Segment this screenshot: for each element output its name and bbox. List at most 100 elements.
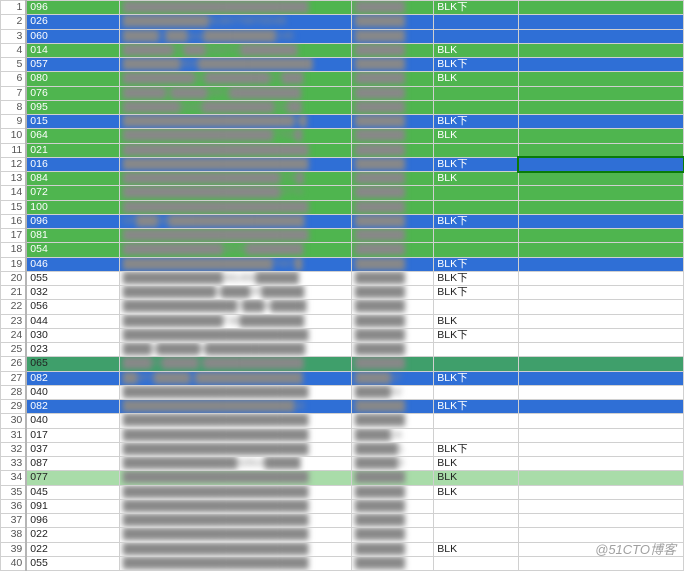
- cell-colB[interactable]: ██████████████████████████: [119, 414, 351, 428]
- cell-colD[interactable]: BLK下: [434, 400, 519, 414]
- cell-colB[interactable]: ██████████████████████████: [119, 514, 351, 528]
- cell-colE[interactable]: [518, 414, 683, 428]
- row-number[interactable]: 29: [1, 400, 27, 414]
- cell-colA[interactable]: 044: [26, 314, 119, 328]
- cell-colA[interactable]: 040: [26, 414, 119, 428]
- row-number[interactable]: 1: [1, 1, 27, 15]
- table-row[interactable]: 12016█████████████████████████████████BL…: [1, 157, 684, 171]
- cell-colB[interactable]: ███████07███21917C████████: [119, 43, 351, 57]
- cell-colA[interactable]: 077: [26, 471, 119, 485]
- cell-colD[interactable]: BLK: [434, 471, 519, 485]
- cell-colA[interactable]: 037: [26, 442, 119, 456]
- row-number[interactable]: 24: [1, 328, 27, 342]
- cell-colB[interactable]: █████C███ona██████████D4E: [119, 29, 351, 43]
- cell-colB[interactable]: █████████████████████7768█: [119, 129, 351, 143]
- cell-colD[interactable]: [434, 243, 519, 257]
- cell-colE[interactable]: [518, 172, 683, 186]
- cell-colB[interactable]: ██████9█████60F2██████████: [119, 86, 351, 100]
- row-number[interactable]: 7: [1, 86, 27, 100]
- cell-colA[interactable]: 096: [26, 514, 119, 528]
- cell-colB[interactable]: ██████████████4E38████████: [119, 243, 351, 257]
- row-number[interactable]: 10: [1, 129, 27, 143]
- row-number[interactable]: 22: [1, 300, 27, 314]
- table-row[interactable]: 27082██8F0█████2████████████████████47BL…: [1, 371, 684, 385]
- cell-colC[interactable]: ███████: [351, 314, 434, 328]
- cell-colE[interactable]: [518, 271, 683, 285]
- table-row[interactable]: 18054██████████████4E38███████████████: [1, 243, 684, 257]
- cell-colE[interactable]: [518, 314, 683, 328]
- table-row[interactable]: 19046█████████████████████7687████████BL…: [1, 257, 684, 271]
- cell-colC[interactable]: ███████: [351, 328, 434, 342]
- table-row[interactable]: 35045█████████████████████████████████BL…: [1, 485, 684, 499]
- table-row[interactable]: 1096█████████████████████████████████BLK…: [1, 1, 684, 15]
- table-row[interactable]: 38022█████████████████████████████████: [1, 528, 684, 542]
- cell-colA[interactable]: 055: [26, 271, 119, 285]
- cell-colD[interactable]: [434, 343, 519, 357]
- cell-colA[interactable]: 072: [26, 186, 119, 200]
- cell-colB[interactable]: ██████████████████████████: [119, 428, 351, 442]
- table-row[interactable]: 15100█████████████████████████████████: [1, 200, 684, 214]
- cell-colB[interactable]: █████████████6████0F██████: [119, 286, 351, 300]
- cell-colE[interactable]: [518, 371, 683, 385]
- row-number[interactable]: 39: [1, 542, 27, 556]
- cell-colB[interactable]: ████████8D4████████████████: [119, 58, 351, 72]
- cell-colB[interactable]: █████████████████████7687█: [119, 257, 351, 271]
- cell-colE[interactable]: [518, 328, 683, 342]
- cell-colE[interactable]: [518, 471, 683, 485]
- cell-colE[interactable]: [518, 343, 683, 357]
- row-number[interactable]: 21: [1, 286, 27, 300]
- cell-colA[interactable]: 081: [26, 229, 119, 243]
- cell-colE[interactable]: [518, 1, 683, 15]
- row-number[interactable]: 36: [1, 499, 27, 513]
- row-number[interactable]: 25: [1, 343, 27, 357]
- cell-colB[interactable]: ██████████████████████A776: [119, 186, 351, 200]
- cell-colA[interactable]: 046: [26, 257, 119, 271]
- cell-colC[interactable]: ███████: [351, 400, 434, 414]
- spreadsheet-grid[interactable]: 1096█████████████████████████████████BLK…: [0, 0, 684, 571]
- row-number[interactable]: 14: [1, 186, 27, 200]
- cell-colA[interactable]: 060: [26, 29, 119, 43]
- cell-colD[interactable]: [434, 514, 519, 528]
- cell-colE[interactable]: [518, 115, 683, 129]
- row-number[interactable]: 4: [1, 43, 27, 57]
- row-number[interactable]: 5: [1, 58, 27, 72]
- cell-colC[interactable]: ███████: [351, 1, 434, 15]
- row-number[interactable]: 15: [1, 200, 27, 214]
- cell-colD[interactable]: BLK: [434, 457, 519, 471]
- cell-colD[interactable]: BLK: [434, 43, 519, 57]
- cell-colA[interactable]: 080: [26, 72, 119, 86]
- cell-colD[interactable]: BLK下: [434, 157, 519, 171]
- cell-colC[interactable]: ███████: [351, 214, 434, 228]
- cell-colB[interactable]: ██████████████████████████: [119, 200, 351, 214]
- cell-colD[interactable]: [434, 29, 519, 43]
- cell-colD[interactable]: BLK下: [434, 271, 519, 285]
- cell-colD[interactable]: BLK: [434, 72, 519, 86]
- cell-colA[interactable]: 017: [26, 428, 119, 442]
- cell-colD[interactable]: [434, 300, 519, 314]
- cell-colA[interactable]: 056: [26, 300, 119, 314]
- cell-colA[interactable]: 076: [26, 86, 119, 100]
- cell-colB[interactable]: ██8F0█████2███████████████: [119, 371, 351, 385]
- cell-colC[interactable]: █████24: [351, 428, 434, 442]
- cell-colE[interactable]: [518, 15, 683, 29]
- cell-colC[interactable]: ███████: [351, 100, 434, 114]
- row-number[interactable]: 19: [1, 257, 27, 271]
- cell-colA[interactable]: 015: [26, 115, 119, 129]
- cell-colE[interactable]: [518, 243, 683, 257]
- cell-colE[interactable]: [518, 129, 683, 143]
- row-number[interactable]: 12: [1, 157, 27, 171]
- row-number[interactable]: 30: [1, 414, 27, 428]
- table-row[interactable]: 4014███████07███21917C███████████████BLK: [1, 43, 684, 57]
- cell-colE[interactable]: [518, 300, 683, 314]
- cell-colC[interactable]: ███████: [351, 286, 434, 300]
- cell-colD[interactable]: [434, 15, 519, 29]
- cell-colE[interactable]: [518, 485, 683, 499]
- cell-colB[interactable]: ████████████████████████32: [119, 400, 351, 414]
- table-row[interactable]: 26065████93█████3█████████████████████: [1, 357, 684, 371]
- cell-colB[interactable]: ██████████████F38█████████: [119, 314, 351, 328]
- row-number[interactable]: 37: [1, 514, 27, 528]
- row-number[interactable]: 9: [1, 115, 27, 129]
- cell-colB[interactable]: ██████████████████████████: [119, 1, 351, 15]
- table-row[interactable]: 39022█████████████████████████████████BL…: [1, 542, 684, 556]
- cell-colC[interactable]: ███████: [351, 528, 434, 542]
